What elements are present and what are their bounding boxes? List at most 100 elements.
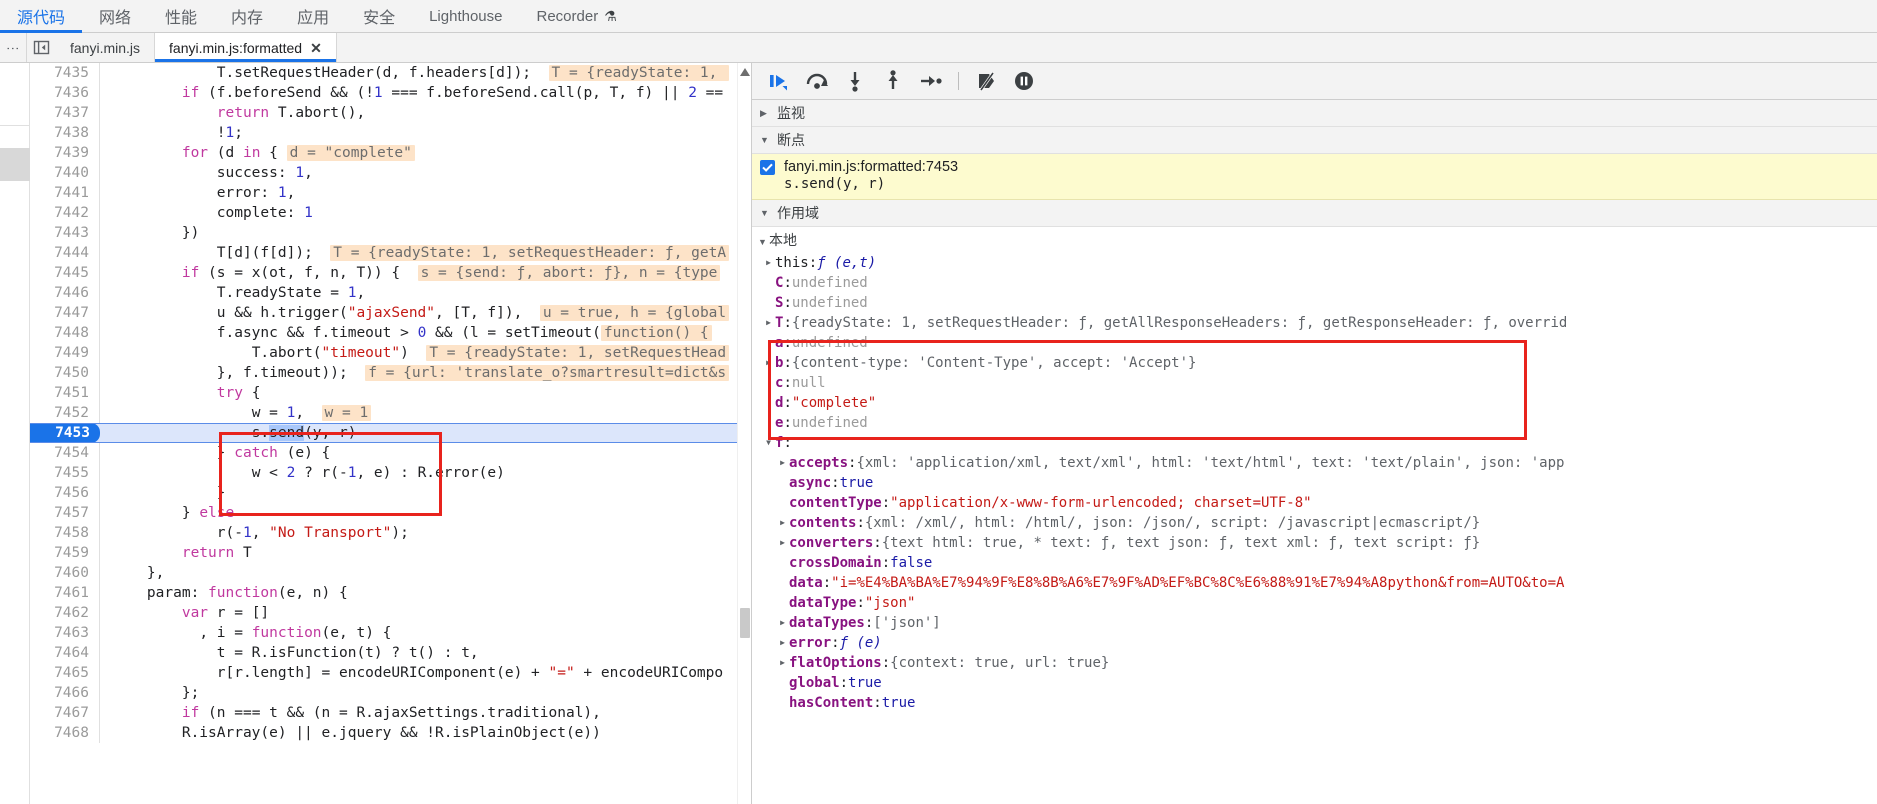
panel-tab-6[interactable]: Lighthouse — [412, 0, 519, 32]
line-number[interactable]: 7452 — [30, 403, 100, 423]
line-number[interactable]: 7465 — [30, 663, 100, 683]
code-text[interactable]: u && h.trigger("ajaxSend", [T, f]), u = … — [100, 303, 730, 323]
code-text[interactable]: }, f.timeout)); f = {url: 'translate_o?s… — [100, 363, 730, 383]
scope-variable-row[interactable]: ▶ this: ƒ (e,t) — [752, 253, 1877, 273]
code-line[interactable]: 7440 success: 1, — [30, 163, 737, 183]
code-line[interactable]: 7468 R.isArray(e) || e.jquery && !R.isPl… — [30, 723, 737, 743]
scope-variable-row[interactable]: async: true — [752, 473, 1877, 493]
line-number[interactable]: 7448 — [30, 323, 100, 343]
chevron-right-icon[interactable]: ▶ — [776, 633, 789, 653]
code-text[interactable]: T.abort("timeout") T = {readyState: 1, s… — [100, 343, 730, 363]
deactivate-breakpoints-button[interactable] — [969, 67, 1003, 95]
line-number[interactable]: 7463 — [30, 623, 100, 643]
code-text[interactable]: param: function(e, n) { — [100, 583, 348, 603]
line-number[interactable]: 7464 — [30, 643, 100, 663]
line-number[interactable]: 7442 — [30, 203, 100, 223]
collapse-navigator-icon[interactable] — [26, 33, 56, 62]
code-text[interactable]: s.send(y, r) — [100, 423, 356, 443]
scope-variable-row[interactable]: crossDomain: false — [752, 553, 1877, 573]
code-line[interactable]: 7437 return T.abort(), — [30, 103, 737, 123]
code-text[interactable]: var r = [] — [100, 603, 269, 623]
code-text[interactable]: }, — [100, 563, 164, 583]
line-number[interactable]: 7445 — [30, 263, 100, 283]
code-text[interactable]: r(-1, "No Transport"); — [100, 523, 409, 543]
code-line[interactable]: 7455 w < 2 ? r(-1, e) : R.error(e) — [30, 463, 737, 483]
line-number[interactable]: 7459 — [30, 543, 100, 563]
line-number[interactable]: 7457 — [30, 503, 100, 523]
chevron-right-icon[interactable]: ▶ — [776, 453, 789, 473]
code-line[interactable]: 7446 T.readyState = 1, — [30, 283, 737, 303]
code-line[interactable]: 7465 r[r.length] = encodeURIComponent(e)… — [30, 663, 737, 683]
panel-tab-3[interactable]: 内存 — [214, 0, 280, 32]
scope-variable-row[interactable]: dataType: "json" — [752, 593, 1877, 613]
line-number[interactable]: 7462 — [30, 603, 100, 623]
scope-variable-row[interactable]: contentType: "application/x-www-form-url… — [752, 493, 1877, 513]
step-button[interactable] — [914, 67, 948, 95]
code-text[interactable]: if (s = x(ot, f, n, T)) { s = {send: ƒ, … — [100, 263, 721, 283]
panel-tab-1[interactable]: 网络 — [82, 0, 148, 32]
scope-variable-row[interactable]: ▶ flatOptions: {context: true, url: true} — [752, 653, 1877, 673]
code-text[interactable]: T.setRequestHeader(d, f.headers[d]); T =… — [100, 63, 730, 83]
breakpoint-list-item[interactable]: fanyi.min.js:formatted:7453 s.send(y, r) — [752, 154, 1877, 200]
code-text[interactable]: if (n === t && (n = R.ajaxSettings.tradi… — [100, 703, 601, 723]
scope-variable-row[interactable]: d: "complete" — [752, 393, 1877, 413]
chevron-right-icon[interactable]: ▶ — [776, 613, 789, 633]
scope-variable-row[interactable]: c: null — [752, 373, 1877, 393]
line-number[interactable]: 7466 — [30, 683, 100, 703]
code-line[interactable]: 7442 complete: 1 — [30, 203, 737, 223]
line-number[interactable]: 7451 — [30, 383, 100, 403]
line-number[interactable]: 7435 — [30, 63, 100, 83]
code-line[interactable]: 7459 return T — [30, 543, 737, 563]
code-line[interactable]: 7467 if (n === t && (n = R.ajaxSettings.… — [30, 703, 737, 723]
more-options-icon[interactable]: ⋮ — [0, 33, 26, 62]
scope-variable-row[interactable]: e: undefined — [752, 413, 1877, 433]
editor-scroll-thumb[interactable] — [740, 608, 750, 638]
code-line[interactable]: 7450 }, f.timeout)); f = {url: 'translat… — [30, 363, 737, 383]
code-text[interactable]: T.readyState = 1, — [100, 283, 365, 303]
step-over-button[interactable] — [800, 67, 834, 95]
scope-variable-row[interactable]: hasContent: true — [752, 693, 1877, 713]
line-number[interactable]: 7455 — [30, 463, 100, 483]
line-number[interactable]: 7454 — [30, 443, 100, 463]
scope-variable-row[interactable]: ▶ b: {content-type: 'Content-Type', accep… — [752, 353, 1877, 373]
chevron-right-icon[interactable]: ▶ — [776, 513, 789, 533]
line-number[interactable]: 7438 — [30, 123, 100, 143]
code-line[interactable]: 7448 f.async && f.timeout > 0 && (l = se… — [30, 323, 737, 343]
line-number[interactable]: 7467 — [30, 703, 100, 723]
code-text[interactable]: f.async && f.timeout > 0 && (l = setTime… — [100, 323, 712, 343]
chevron-right-icon[interactable]: ▶ — [762, 313, 775, 333]
chevron-right-icon[interactable]: ▶ — [776, 653, 789, 673]
code-line[interactable]: 7447 u && h.trigger("ajaxSend", [T, f]),… — [30, 303, 737, 323]
close-icon[interactable]: ✕ — [310, 41, 322, 55]
code-text[interactable]: return T.abort(), — [100, 103, 365, 123]
code-line[interactable]: 7454 } catch (e) { — [30, 443, 737, 463]
scope-variable-row[interactable]: S: undefined — [752, 293, 1877, 313]
code-text[interactable]: success: 1, — [100, 163, 313, 183]
scope-variables-tree[interactable]: 本地 ▶this: ƒ (e,t)C: undefinedS: undefine… — [752, 227, 1877, 804]
line-number[interactable]: 7460 — [30, 563, 100, 583]
scroll-up-arrow-icon[interactable] — [740, 65, 750, 79]
code-line[interactable]: 7436 if (f.beforeSend && (!1 === f.befor… — [30, 83, 737, 103]
editor-vertical-scrollbar[interactable] — [737, 63, 751, 804]
pause-on-exceptions-button[interactable] — [1007, 67, 1041, 95]
line-number[interactable]: 7453 — [30, 423, 100, 443]
scope-variable-row[interactable]: ▼ f: — [752, 433, 1877, 453]
code-line[interactable]: 7438 !1; — [30, 123, 737, 143]
line-number[interactable]: 7461 — [30, 583, 100, 603]
scope-variable-row[interactable]: ▶ contents: {xml: /xml/, html: /html/, js… — [752, 513, 1877, 533]
file-tab-1[interactable]: fanyi.min.js:formatted ✕ — [155, 33, 337, 62]
line-number[interactable]: 7447 — [30, 303, 100, 323]
scope-section-header[interactable]: 作用域 — [752, 200, 1877, 227]
scope-variable-row[interactable]: ▶ dataTypes: ['json'] — [752, 613, 1877, 633]
line-number[interactable]: 7440 — [30, 163, 100, 183]
code-text[interactable]: } catch (e) { — [100, 443, 331, 463]
code-lines-container[interactable]: 7435 T.setRequestHeader(d, f.headers[d])… — [30, 63, 737, 804]
scope-variable-row[interactable]: a: undefined — [752, 333, 1877, 353]
code-line[interactable]: 7443 }) — [30, 223, 737, 243]
code-text[interactable]: , i = function(e, t) { — [100, 623, 391, 643]
line-number[interactable]: 7446 — [30, 283, 100, 303]
chevron-down-icon[interactable]: ▼ — [762, 433, 775, 453]
code-line[interactable]: 7458 r(-1, "No Transport"); — [30, 523, 737, 543]
scope-variable-row[interactable]: ▶ accepts: {xml: 'application/xml, text/x… — [752, 453, 1877, 473]
code-line[interactable]: 7435 T.setRequestHeader(d, f.headers[d])… — [30, 63, 737, 83]
